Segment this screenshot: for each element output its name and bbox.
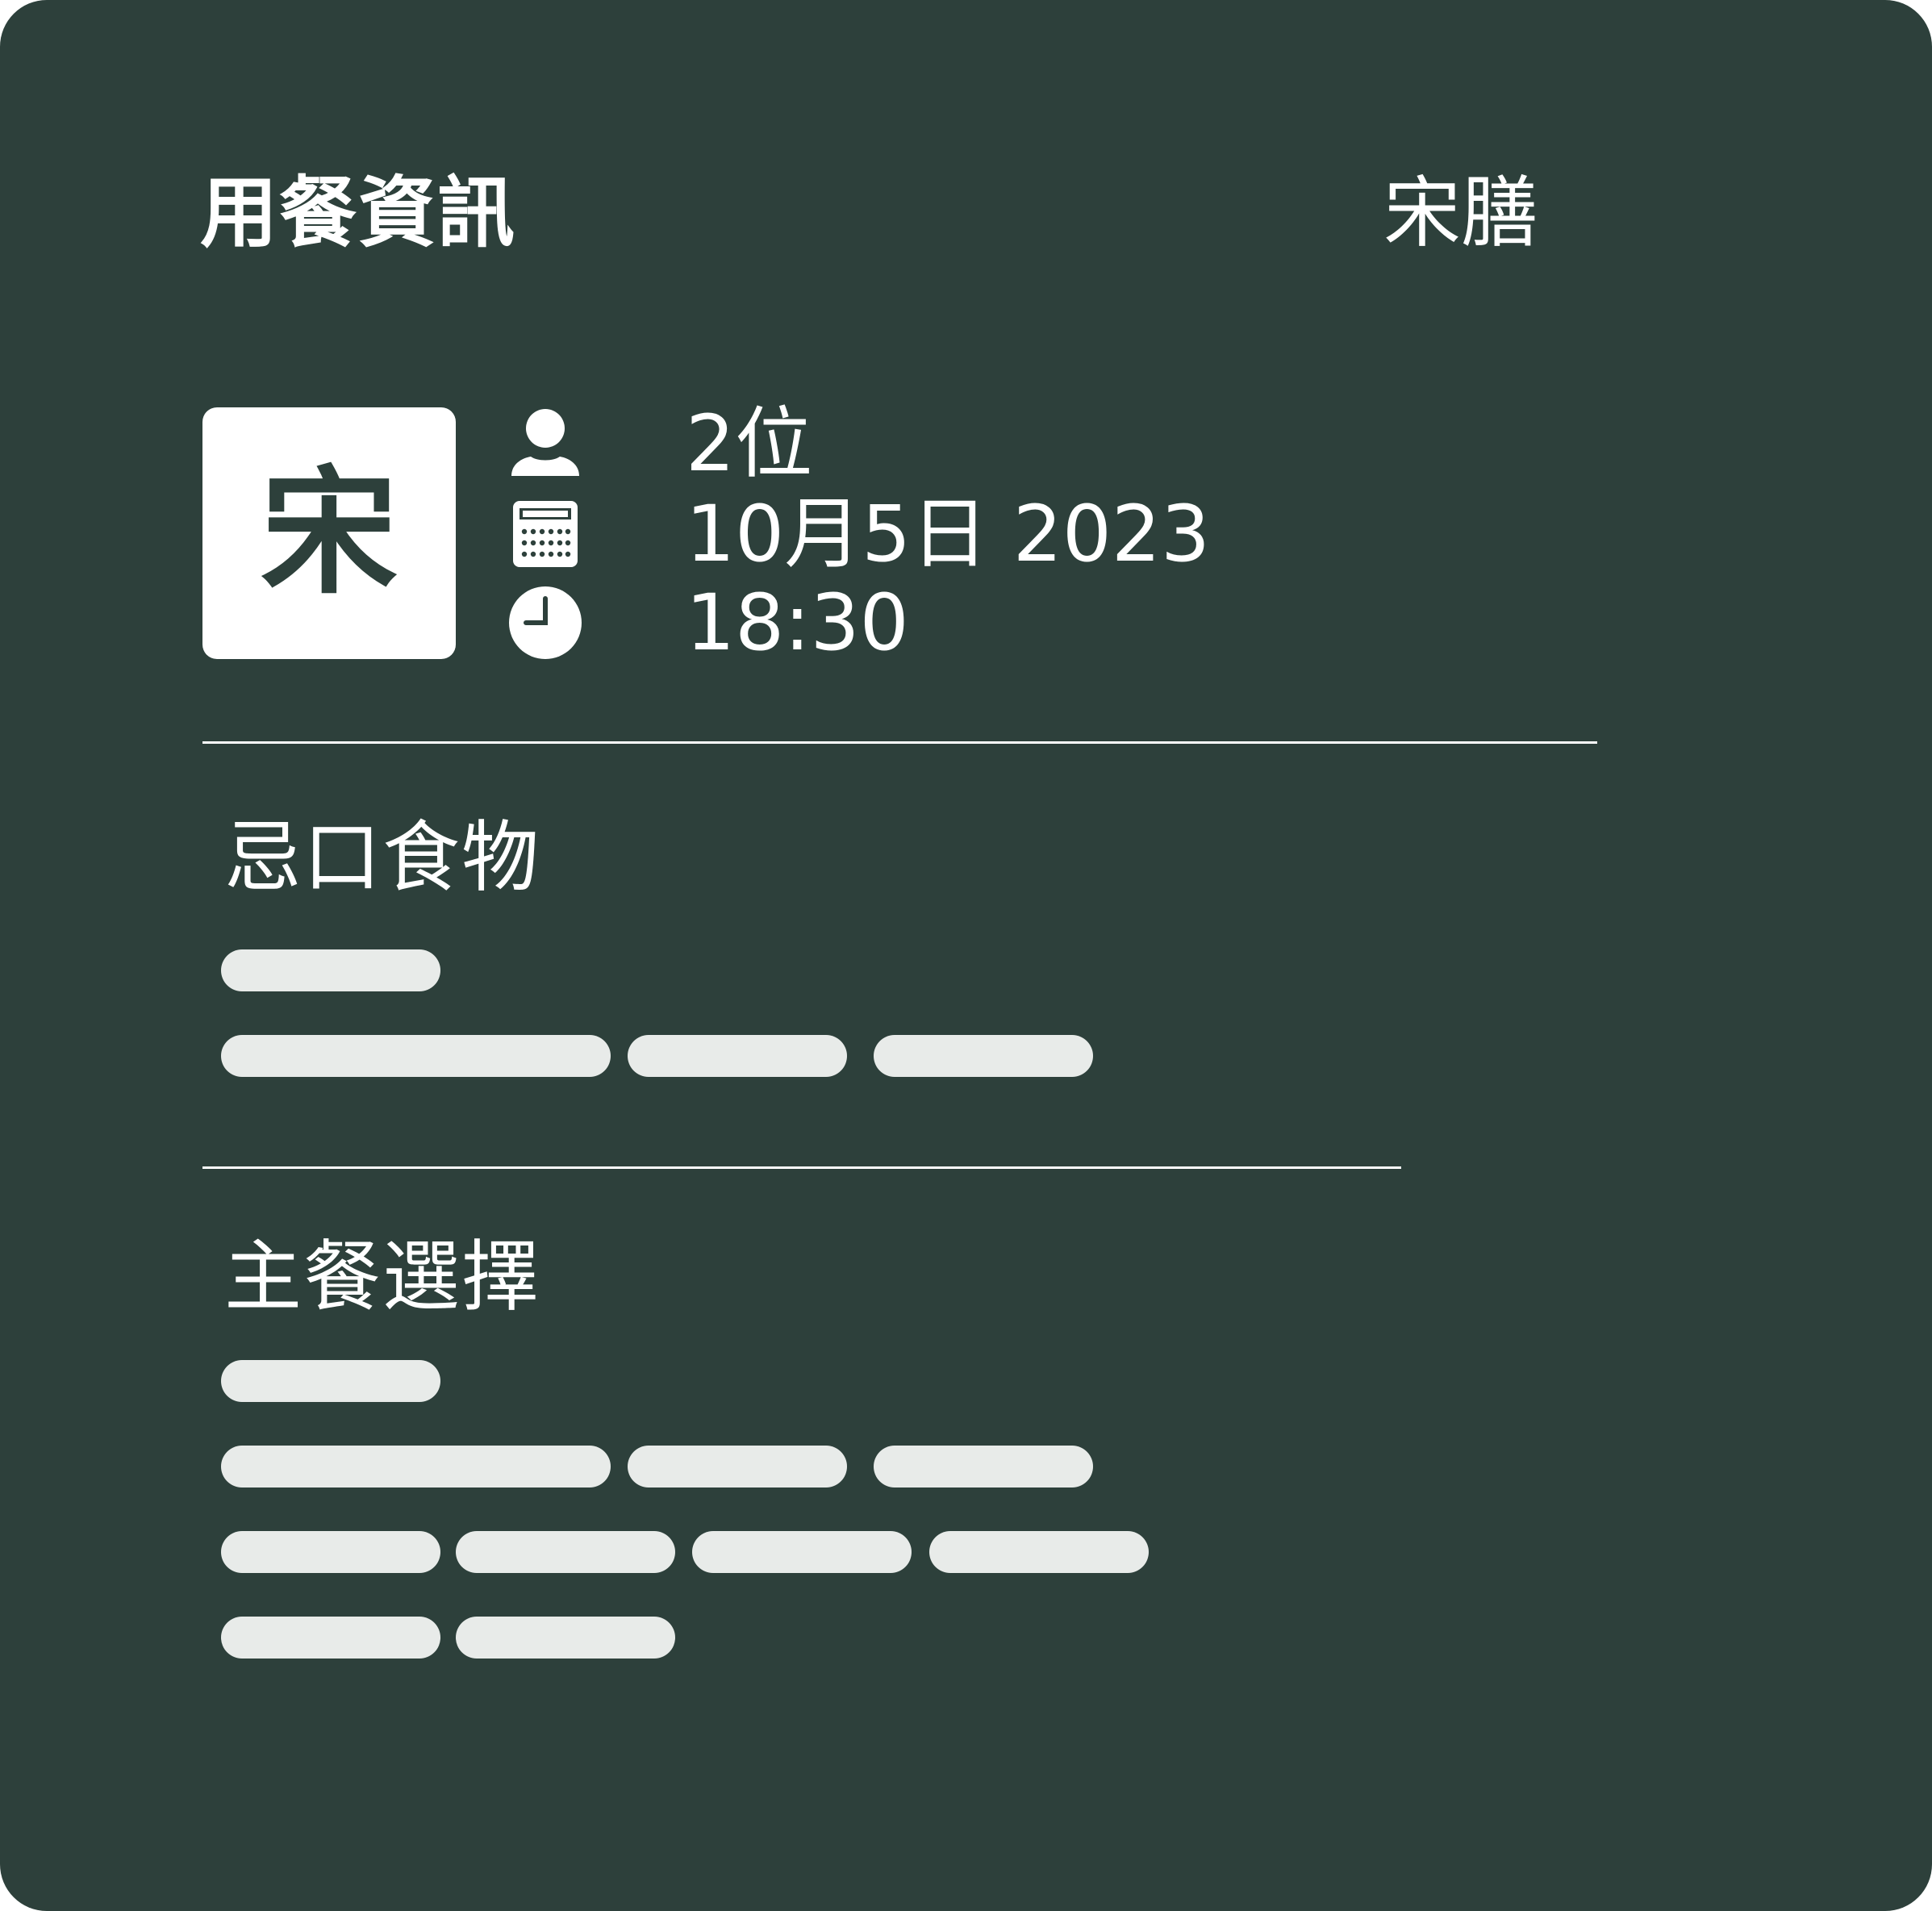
text-placeholder: [221, 949, 440, 991]
text-placeholder: [874, 1446, 1093, 1487]
text-placeholder: [692, 1531, 912, 1573]
text-placeholder: [628, 1446, 847, 1487]
text-placeholder: [628, 1035, 847, 1077]
dining-info-card: 用餐資訊 宋膳 宋 2位 10月5日 2023 18:30 忌口食物 主餐選擇: [0, 0, 1932, 1911]
clock-icon: [508, 586, 582, 660]
restaurant-logo: 宋: [202, 407, 456, 659]
text-placeholder: [221, 1617, 440, 1659]
main-course-title: 主餐選擇: [224, 1232, 540, 1322]
guest-count: 2位: [686, 398, 813, 489]
text-placeholder: [221, 1035, 611, 1077]
text-placeholder: [456, 1531, 675, 1573]
dietary-restrictions-title: 忌口食物: [224, 812, 540, 903]
text-placeholder: [874, 1035, 1093, 1077]
reservation-date: 10月5日 2023: [686, 489, 1211, 579]
text-placeholder: [929, 1531, 1149, 1573]
divider: [202, 741, 1597, 744]
date-row: 10月5日 2023: [508, 494, 1210, 574]
reservation-time: 18:30: [686, 578, 909, 668]
text-placeholder: [221, 1446, 611, 1487]
time-row: 18:30: [508, 582, 909, 663]
card-title: 用餐資訊: [200, 168, 516, 258]
calendar-icon: [508, 497, 582, 571]
person-icon: [508, 407, 582, 481]
guest-count-row: 2位: [508, 403, 812, 484]
text-placeholder: [221, 1531, 440, 1573]
logo-character: 宋: [260, 453, 398, 613]
text-placeholder: [456, 1617, 675, 1659]
restaurant-name: 宋膳: [1383, 168, 1538, 258]
divider: [202, 1166, 1401, 1169]
text-placeholder: [221, 1360, 440, 1402]
